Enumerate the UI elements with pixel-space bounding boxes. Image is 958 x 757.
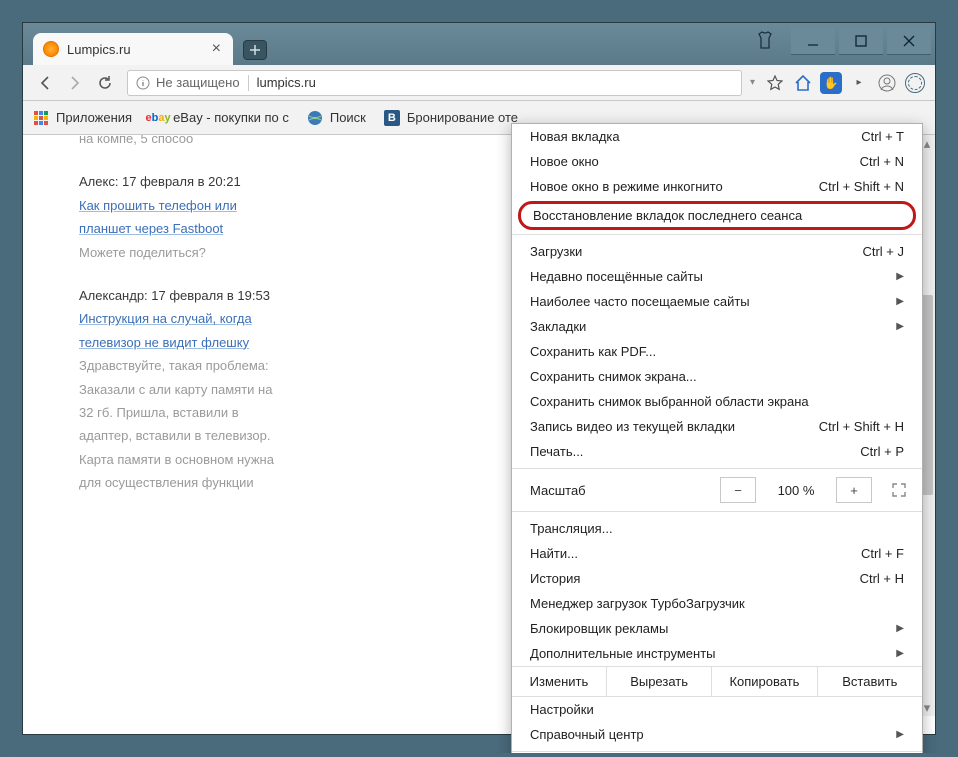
menu-save-region[interactable]: Сохранить снимок выбранной области экран… [512, 389, 922, 414]
chevron-right-icon: ▶ [896, 296, 904, 307]
menu-bookmarks[interactable]: Закладки▶ [512, 314, 922, 339]
home-icon[interactable] [791, 71, 815, 95]
back-button[interactable] [31, 70, 59, 96]
menu-turbo-downloader[interactable]: Менеджер загрузок ТурбоЗагрузчик [512, 591, 922, 616]
maximize-button[interactable] [839, 27, 883, 55]
zoom-in-button[interactable]: + [836, 477, 872, 503]
menu-adblock[interactable]: Блокировщик рекламы▶ [512, 616, 922, 641]
chevron-right-icon: ▶ [896, 271, 904, 282]
menu-help[interactable]: Справочный центр▶ [512, 722, 922, 747]
menu-new-tab[interactable]: Новая вкладкаCtrl + T [512, 124, 922, 149]
url-separator [248, 75, 249, 91]
comments-sidebar: на компе, 5 спосоо Алекс: 17 февраля в 2… [79, 135, 279, 514]
menu-restore-session[interactable]: Восстановление вкладок последнего сеанса [518, 201, 916, 230]
menu-zoom: Масштаб − 100 % + [512, 473, 922, 507]
dropdown-icon[interactable]: ▾ [750, 77, 755, 88]
menu-gear-icon[interactable] [903, 71, 927, 95]
theme-icon[interactable] [755, 31, 775, 52]
menu-new-window[interactable]: Новое окноCtrl + N [512, 149, 922, 174]
forward-button[interactable] [61, 70, 89, 96]
menu-save-pdf[interactable]: Сохранить как PDF... [512, 339, 922, 364]
ebay-icon: ebay [150, 110, 166, 126]
comment-author: Александр: 17 февраля в 19:53 [79, 284, 279, 307]
chevron-right-icon: ▶ [896, 729, 904, 740]
tab-active[interactable]: Lumpics.ru × [33, 33, 233, 65]
apps-icon [34, 111, 48, 125]
menu-edit-row: Изменить Вырезать Копировать Вставить [512, 666, 922, 697]
window-controls [791, 27, 931, 55]
chevron-right-icon: ▶ [896, 648, 904, 659]
comment-body: Здравствуйте, такая проблема: Заказали с… [79, 354, 279, 494]
url-domain: lumpics.ru [257, 75, 316, 90]
menu-save-screenshot[interactable]: Сохранить снимок экрана... [512, 364, 922, 389]
security-indicator[interactable]: Не защищено [136, 75, 240, 90]
browser-menu: Новая вкладкаCtrl + T Новое окноCtrl + N… [511, 123, 923, 755]
close-window-button[interactable] [887, 27, 931, 55]
edit-label: Изменить [512, 667, 607, 696]
apps-bookmark[interactable]: Приложения [33, 110, 132, 126]
chevron-right-icon: ▶ [896, 321, 904, 332]
zoom-value: 100 % [764, 483, 828, 498]
copy-button[interactable]: Копировать [712, 667, 817, 696]
search-bookmark[interactable]: Поиск [307, 110, 366, 126]
extension-hand-icon[interactable]: ✋ [819, 71, 843, 95]
menu-history[interactable]: ИсторияCtrl + H [512, 566, 922, 591]
comment-body: Можете поделиться? [79, 241, 279, 264]
ebay-bookmark[interactable]: ebay eBay - покупки по с [150, 110, 289, 126]
comment-link[interactable]: Инструкция на случай, когда телевизор не… [79, 311, 252, 349]
fullscreen-icon[interactable] [886, 477, 912, 503]
comment-author: Алекс: 17 февраля в 20:21 [79, 170, 279, 193]
globe-icon [307, 110, 323, 126]
zoom-out-button[interactable]: − [720, 477, 756, 503]
vk-icon: B [384, 110, 400, 126]
menu-settings[interactable]: Настройки [512, 697, 922, 722]
chevron-right-icon: ▶ [896, 623, 904, 634]
address-bar: Не защищено lumpics.ru ▾ ✋ ▸ [23, 65, 935, 101]
favicon-icon [43, 41, 59, 57]
browser-window: Lumpics.ru × Не защищено lumpics.ru ▾ [22, 22, 936, 735]
comment-link[interactable]: Как прошить телефон или планшет через Fa… [79, 198, 237, 236]
booking-bookmark[interactable]: B Бронирование оте [384, 110, 518, 126]
bookmark-star-icon[interactable] [763, 71, 787, 95]
toolbar-icons: ✋ ▸ [763, 71, 927, 95]
info-icon [136, 76, 150, 90]
menu-find[interactable]: Найти...Ctrl + F [512, 541, 922, 566]
minimize-button[interactable] [791, 27, 835, 55]
menu-recent-sites[interactable]: Недавно посещённые сайты▶ [512, 264, 922, 289]
truncated-line: на компе, 5 спосоо [79, 135, 279, 150]
new-tab-button[interactable] [243, 40, 267, 60]
paste-button[interactable]: Вставить [818, 667, 922, 696]
profile-icon[interactable] [875, 71, 899, 95]
chevron-right-icon[interactable]: ▸ [847, 71, 871, 95]
menu-incognito[interactable]: Новое окно в режиме инкогнитоCtrl + Shif… [512, 174, 922, 199]
menu-more-tools[interactable]: Дополнительные инструменты▶ [512, 641, 922, 666]
titlebar: Lumpics.ru × [23, 23, 935, 65]
cut-button[interactable]: Вырезать [607, 667, 712, 696]
close-tab-icon[interactable]: × [212, 41, 221, 57]
menu-cast[interactable]: Трансляция... [512, 516, 922, 541]
menu-downloads[interactable]: ЗагрузкиCtrl + J [512, 239, 922, 264]
menu-most-visited[interactable]: Наиболее часто посещаемые сайты▶ [512, 289, 922, 314]
reload-button[interactable] [91, 70, 119, 96]
menu-record-video[interactable]: Запись видео из текущей вкладкиCtrl + Sh… [512, 414, 922, 439]
tab-title: Lumpics.ru [67, 42, 131, 57]
menu-print[interactable]: Печать...Ctrl + P [512, 439, 922, 464]
url-field[interactable]: Не защищено lumpics.ru [127, 70, 742, 96]
